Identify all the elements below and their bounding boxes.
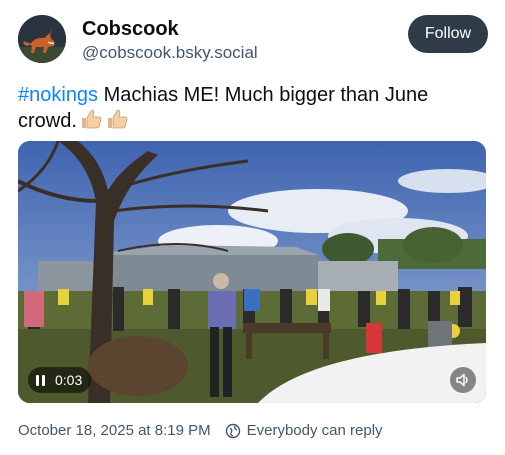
fox-avatar-image <box>18 15 66 63</box>
avatar[interactable] <box>18 15 66 63</box>
thumbs-up-icon <box>79 108 103 137</box>
follow-button[interactable]: Follow <box>408 15 488 53</box>
speaker-icon <box>456 373 468 387</box>
thumbs-up-icon <box>105 108 129 137</box>
video-frame <box>18 141 486 403</box>
post-header: Cobscook @cobscook.bsky.social Follow <box>18 15 488 67</box>
video-player[interactable]: 0:03 <box>18 141 486 403</box>
volume-button[interactable] <box>450 367 476 393</box>
reply-setting[interactable]: Everybody can reply <box>247 422 383 439</box>
author-handle[interactable]: @cobscook.bsky.social <box>82 43 258 63</box>
post-timestamp[interactable]: October 18, 2025 at 8:19 PM <box>18 422 211 439</box>
globe-icon <box>225 423 241 439</box>
playback-control[interactable]: 0:03 <box>28 367 92 393</box>
hashtag-link[interactable]: #nokings <box>18 84 98 106</box>
post-footer: October 18, 2025 at 8:19 PM Everybody ca… <box>18 422 488 439</box>
video-current-time: 0:03 <box>55 372 83 388</box>
pause-icon[interactable] <box>36 374 45 386</box>
post-body: #nokings Machias ME! Much bigger than Ju… <box>18 82 488 137</box>
author-name[interactable]: Cobscook <box>82 18 179 41</box>
